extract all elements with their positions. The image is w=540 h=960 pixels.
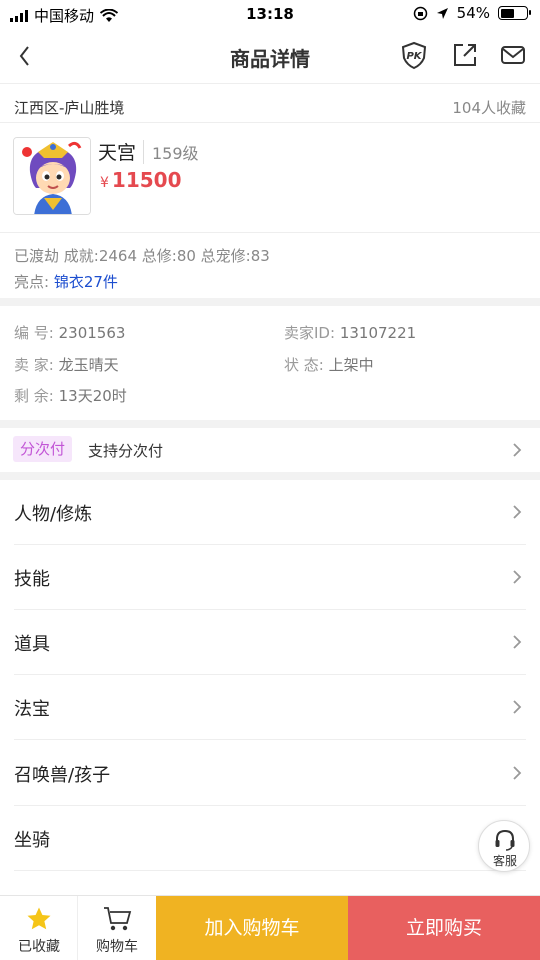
server-row: 江西区-庐山胜境 104人收藏	[0, 85, 540, 123]
menu-item-label: 法宝	[14, 699, 50, 720]
remain-value: 13天20时	[58, 387, 127, 405]
pk-icon[interactable]: PK	[399, 40, 429, 70]
favorites-count: 104人收藏	[452, 99, 526, 117]
seller-value: 龙玉晴天	[58, 356, 119, 374]
currency-symbol: ¥	[100, 175, 109, 191]
menu-item-skills[interactable]: 技能	[0, 545, 540, 610]
item-id: 编 号: 2301563	[14, 322, 125, 343]
chevron-right-icon	[513, 766, 522, 780]
section-divider	[0, 420, 540, 428]
role-avatar[interactable]	[13, 137, 91, 215]
menu-item-magic-weapons[interactable]: 法宝	[0, 675, 540, 740]
cart-label: 购物车	[96, 939, 138, 955]
chevron-right-icon	[513, 635, 522, 649]
seller-id: 卖家ID: 13107221	[284, 322, 416, 343]
role-level: 159级	[143, 140, 199, 164]
installment-tag: 分次付	[13, 436, 73, 462]
price-value: 11500	[111, 168, 182, 192]
chevron-right-icon	[513, 443, 522, 457]
svg-text:PK: PK	[406, 51, 422, 62]
cart-icon	[104, 907, 132, 931]
divider	[14, 739, 526, 740]
customer-service-label: 客服	[492, 854, 517, 868]
battery-percent: 54%	[456, 4, 490, 22]
rotation-lock-icon	[413, 6, 427, 20]
item-id-value: 2301563	[58, 324, 126, 342]
bottom-action-bar: 已收藏 购物车 加入购物车 立即购买	[0, 895, 540, 960]
buy-now-button[interactable]: 立即购买	[348, 896, 540, 960]
highlight-row: 亮点: 锦衣27件	[14, 271, 118, 292]
cart-button[interactable]: 购物车	[78, 896, 156, 960]
battery-icon	[498, 6, 531, 20]
seller-id-label: 卖家ID:	[284, 324, 336, 342]
menu-item-items[interactable]: 道具	[0, 610, 540, 675]
section-divider	[0, 298, 540, 306]
menu-item-label: 人物/修炼	[14, 504, 93, 525]
installment-row[interactable]: 分次付 支持分次付	[0, 428, 540, 472]
chevron-right-icon	[513, 505, 522, 519]
headset-icon	[495, 829, 515, 851]
star-icon	[27, 907, 51, 930]
state-label: 状 态:	[284, 356, 324, 374]
installment-text: 支持分次付	[88, 442, 164, 460]
chevron-right-icon	[513, 700, 522, 714]
message-icon[interactable]	[498, 40, 528, 70]
price: ¥11500	[100, 168, 182, 192]
server-name: 江西区-庐山胜境	[14, 99, 125, 117]
state-value: 上架中	[328, 356, 374, 374]
seller-id-value: 13107221	[339, 324, 417, 342]
item-id-label: 编 号:	[14, 324, 54, 342]
menu-item-label: 坐骑	[14, 830, 50, 851]
highlight-value[interactable]: 锦衣27件	[54, 273, 118, 291]
role-name: 天宫	[98, 142, 137, 164]
add-to-cart-button[interactable]: 加入购物车	[156, 896, 348, 960]
seller: 卖 家: 龙玉晴天	[14, 354, 119, 375]
chevron-right-icon	[513, 570, 522, 584]
menu-item-pets[interactable]: 召唤兽/孩子	[0, 741, 540, 806]
role-stats: 已渡劫 成就:2464 总修:80 总宠修:83	[14, 247, 270, 265]
section-divider	[0, 472, 540, 480]
remaining-time: 剩 余: 13天20时	[14, 385, 127, 406]
menu-item-label: 召唤兽/孩子	[14, 765, 111, 786]
menu-item-label: 技能	[14, 569, 50, 590]
highlight-label: 亮点:	[14, 273, 50, 291]
remain-label: 剩 余:	[14, 387, 54, 405]
customer-service-button[interactable]: 客服	[478, 820, 530, 872]
favorite-label: 已收藏	[18, 939, 60, 955]
status-right: 54%	[413, 4, 531, 22]
status-bar: 中国移动 13:18 54%	[0, 0, 540, 28]
seller-label: 卖 家:	[14, 356, 54, 374]
share-icon[interactable]	[450, 40, 480, 70]
battery-fill	[500, 8, 514, 18]
favorite-button[interactable]: 已收藏	[0, 896, 78, 960]
character-portrait	[14, 138, 90, 214]
nav-bar: 商品详情 PK	[0, 28, 540, 84]
menu-item-mounts[interactable]: 坐骑	[0, 806, 540, 871]
item-state: 状 态: 上架中	[284, 354, 374, 375]
divider	[14, 870, 526, 871]
location-icon	[436, 7, 448, 19]
role-card: 天宫 159级 ¥11500	[0, 123, 540, 233]
menu-item-character[interactable]: 人物/修炼	[0, 480, 540, 545]
menu-item-label: 道具	[14, 634, 50, 655]
